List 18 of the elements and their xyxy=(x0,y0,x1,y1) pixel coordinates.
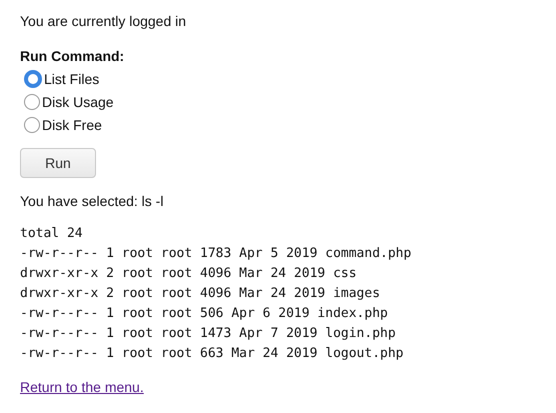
radio-button[interactable] xyxy=(24,70,42,88)
output-line: -rw-r--r-- 1 root root 1783 Apr 5 2019 command.php xyxy=(20,245,412,263)
menu-link[interactable]: Return to the menu. xyxy=(20,378,144,396)
output-line: -rw-r--r-- 1 root root 1473 Apr 7 2019 login.php xyxy=(20,325,397,343)
output-line: total 24 xyxy=(20,225,84,243)
radio-option[interactable]: Disk Usage xyxy=(24,90,114,113)
login-status-text: You are currently logged in xyxy=(20,12,186,30)
output-line: -rw-r--r-- 1 root root 506 Apr 6 2019 index.php xyxy=(20,305,389,323)
form-heading: Run Command: xyxy=(20,47,124,65)
radio-button[interactable] xyxy=(24,116,40,132)
run-button[interactable]: Run xyxy=(20,148,96,178)
output-line: -rw-r--r-- 1 root root 663 Mar 24 2019 logout.php xyxy=(20,345,405,363)
radio-option[interactable]: List Files xyxy=(24,67,114,90)
radio-button[interactable] xyxy=(24,94,40,110)
radio-option[interactable]: Disk Free xyxy=(24,113,114,136)
selection-text: You have selected: ls -l xyxy=(20,192,164,210)
output-line: drwxr-xr-x 2 root root 4096 Mar 24 2019 images xyxy=(20,285,382,303)
output-line: drwxr-xr-x 2 root root 4096 Mar 24 2019 css xyxy=(20,265,358,283)
